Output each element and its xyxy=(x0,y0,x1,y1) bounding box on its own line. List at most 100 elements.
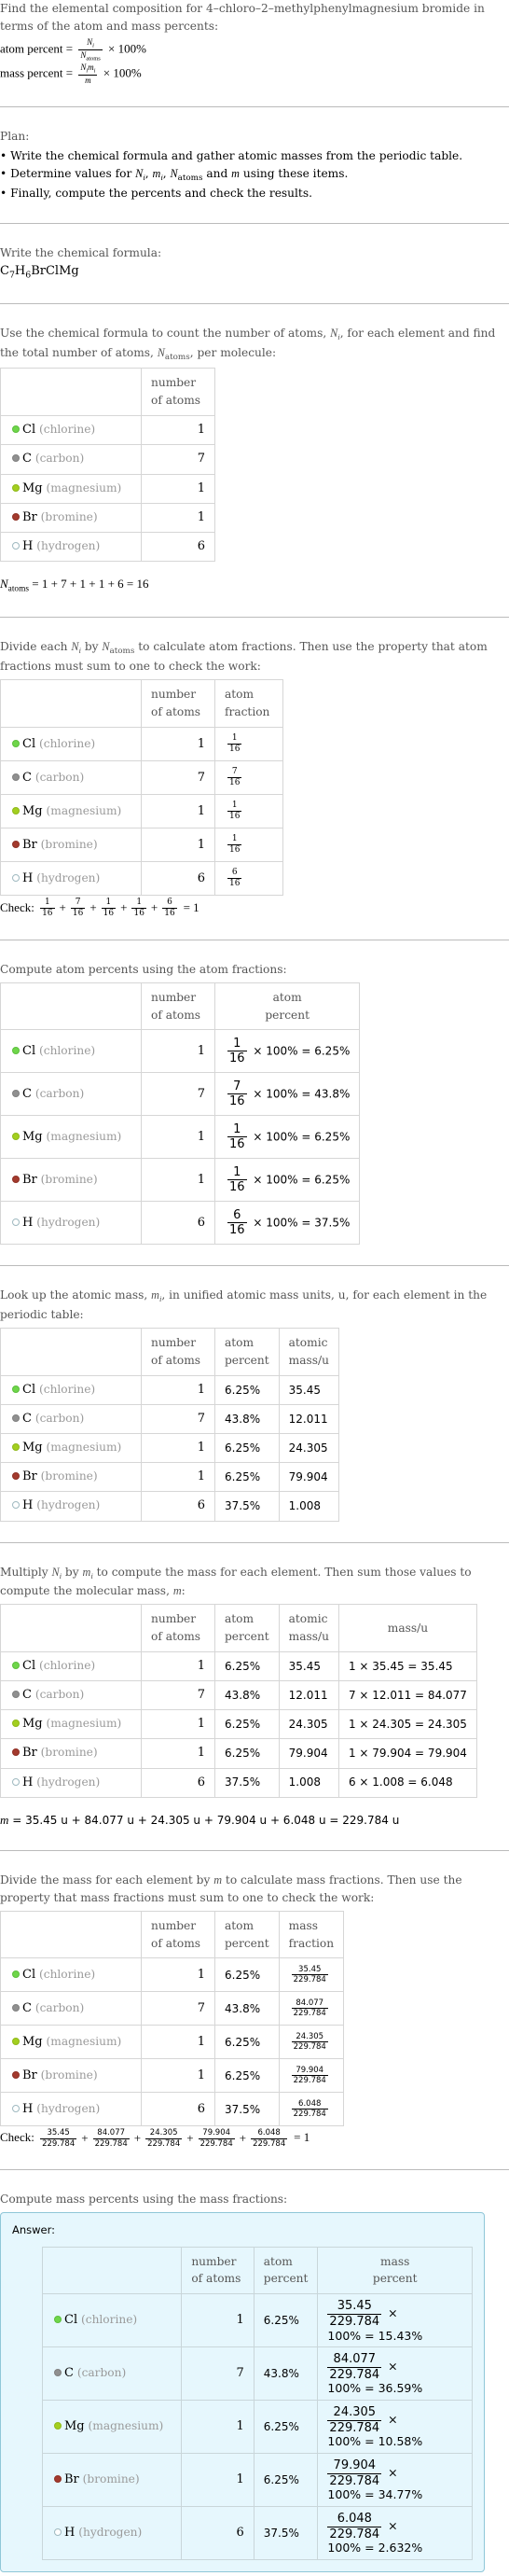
table-row: C (carbon) 7 7 16 × 100% = 43.8% xyxy=(0,1072,361,1117)
element-name: (hydrogen) xyxy=(36,1215,101,1229)
element-name: (hydrogen) xyxy=(36,538,101,552)
atom-count-cell: 7 xyxy=(141,1991,215,2026)
mass-fraction-cell: 24.305 229.784 xyxy=(278,2025,345,2060)
element-name: (magnesium) xyxy=(46,1717,122,1731)
atom-count-cell: 1 xyxy=(141,1115,215,1160)
element-cell: Cl (chlorine) xyxy=(0,1650,142,1682)
element-symbol: H xyxy=(22,1775,34,1789)
element-color-dot-icon xyxy=(12,1691,20,1699)
element-color-dot-icon xyxy=(12,1046,20,1054)
atom-count-cell: 6 xyxy=(141,1491,215,1522)
mass-cell: 6 × 1.008 = 6.048 xyxy=(337,1767,477,1798)
divider xyxy=(0,1541,509,1543)
element-name: (chlorine) xyxy=(38,1382,96,1396)
element-name: (magnesium) xyxy=(46,1129,122,1143)
atom-percent-cell: 6.25% xyxy=(214,1462,280,1493)
element-name: (hydrogen) xyxy=(36,1498,101,1512)
element-symbol: C xyxy=(22,452,32,466)
element-color-dot-icon xyxy=(54,2369,62,2377)
mass-percent-cell: 24.305 229.784 × 100% = 10.58% xyxy=(317,2400,473,2455)
element-name: (magnesium) xyxy=(46,2034,122,2048)
element-name: (bromine) xyxy=(40,1172,98,1186)
divider xyxy=(0,105,509,107)
element-color-dot-icon xyxy=(12,1748,20,1757)
check-fraction: 24.305 229.784 xyxy=(145,2128,183,2149)
element-cell: Br (bromine) xyxy=(0,1462,142,1493)
mass-percent-cell: 6.048 229.784 × 100% = 2.632% xyxy=(317,2506,473,2561)
atom-count-cell: 1 xyxy=(141,1957,215,1993)
table-row: Mg (magnesium) 1 6.25% 24.305 xyxy=(0,1433,339,1464)
table-row: Mg (magnesium) 1 1 16 xyxy=(0,794,283,829)
element-symbol: Cl xyxy=(22,423,36,438)
atom-percent-cell: 1 16 × 100% = 6.25% xyxy=(213,1158,361,1203)
check-fraction: 6 16 xyxy=(162,898,177,918)
element-cell: H (hydrogen) xyxy=(41,2506,183,2561)
intro-text: Find the elemental composition for 4–chl… xyxy=(0,2,485,33)
mass-fraction-check: Check: 35.45 229.784 +84.077 229.784 +24.305… xyxy=(0,2128,310,2149)
element-cell: Cl (chlorine) xyxy=(0,1957,142,1993)
element-symbol: Cl xyxy=(22,1967,36,1982)
element-cell: H (hydrogen) xyxy=(0,861,142,897)
atom-fraction-cell: 1 16 xyxy=(214,794,283,829)
atom-fraction-table: number of atoms atom fraction Cl (chlorine… xyxy=(0,679,283,897)
element-cell: Br (bromine) xyxy=(0,1738,142,1769)
check-fraction: 79.904 229.784 xyxy=(198,2128,235,2149)
atom-count-cell: 1 xyxy=(141,502,215,533)
plan-item: • Write the chemical formula and gather … xyxy=(0,148,463,162)
element-symbol: C xyxy=(22,770,32,785)
table-row: Br (bromine) 1 6.25% 79.904 xyxy=(0,1462,339,1493)
header-number-of-atoms: number of atoms xyxy=(141,1328,215,1376)
header-atomic-mass: atomic mass/u xyxy=(278,1328,339,1376)
atom-count-cell: 1 xyxy=(141,794,215,829)
element-cell: Cl (chlorine) xyxy=(0,1029,142,1074)
element-cell: Mg (magnesium) xyxy=(0,2025,142,2060)
element-color-dot-icon xyxy=(12,840,20,848)
atom-percent-cell: 43.8% xyxy=(253,2346,319,2402)
table-row: C (carbon) 7 43.8% 84.077 229.784 × 100% = 36… xyxy=(41,2346,473,2402)
atom-count-cell: 7 xyxy=(141,444,215,475)
table-row: Mg (magnesium) 1 6.25% 24.305 229.784 × 100% … xyxy=(41,2400,473,2455)
element-symbol: Br xyxy=(22,1172,37,1187)
element-color-dot-icon xyxy=(12,2037,20,2045)
atom-percent-cell: 37.5% xyxy=(214,1767,280,1798)
header-atom-fraction: atom fraction xyxy=(214,679,283,729)
answer-table: number of atoms atom percent mass percent C… xyxy=(41,2246,473,2561)
plan-item: • Determine values for Ni, mi, Natoms an… xyxy=(0,166,349,183)
element-name: (bromine) xyxy=(40,837,98,851)
element-symbol: H xyxy=(22,538,34,553)
atom-percent-text: Compute atom percents using the atom fra… xyxy=(0,962,287,976)
atom-count-cell: 1 xyxy=(141,1709,215,1740)
atom-count-cell: 7 xyxy=(181,2346,254,2402)
element-symbol: C xyxy=(64,2366,74,2381)
atom-count-cell: 1 xyxy=(141,727,215,762)
element-symbol: Mg xyxy=(22,1717,43,1732)
atom-percent-cell: 6.25% xyxy=(214,1374,280,1406)
element-symbol: Br xyxy=(22,1469,37,1484)
mass-fraction-cell: 84.077 229.784 xyxy=(278,1991,345,2026)
element-color-dot-icon xyxy=(12,1385,20,1393)
element-name: (carbon) xyxy=(34,1412,85,1425)
atom-count-cell: 1 xyxy=(141,1158,215,1203)
atom-percent-cell: 43.8% xyxy=(214,1403,280,1435)
atom-percent-cell: 1 16 × 100% = 6.25% xyxy=(213,1115,361,1160)
element-name: (chlorine) xyxy=(38,736,96,750)
element-cell: Mg (magnesium) xyxy=(0,473,142,504)
atomic-mass-cell: 35.45 xyxy=(278,1374,339,1406)
element-color-dot-icon xyxy=(12,2104,20,2112)
total-atoms-equation: Natoms = 1 + 7 + 1 + 1 + 6 = 16 xyxy=(0,577,149,594)
atom-percent-cell: 6.25% xyxy=(214,1433,280,1464)
atom-percent-cell: 6.25% xyxy=(253,2453,319,2508)
atom-count-cell: 7 xyxy=(141,760,215,796)
atom-percent-cell: 37.5% xyxy=(214,1491,280,1522)
header-element xyxy=(0,982,142,1031)
header-number-of-atoms: number of atoms xyxy=(141,1910,215,1959)
mass-cell: 1 × 35.45 = 35.45 xyxy=(337,1650,477,1682)
count-text: Use the chemical formula to count the nu… xyxy=(0,327,496,362)
atom-count-cell: 6 xyxy=(141,2092,215,2127)
atom-percent-cell: 43.8% xyxy=(214,1680,280,1711)
element-color-dot-icon xyxy=(12,1089,20,1097)
check-fraction: 7 16 xyxy=(70,898,86,918)
element-symbol: H xyxy=(64,2525,76,2540)
atom-count-cell: 7 xyxy=(141,1680,215,1711)
element-symbol: H xyxy=(22,1215,34,1230)
